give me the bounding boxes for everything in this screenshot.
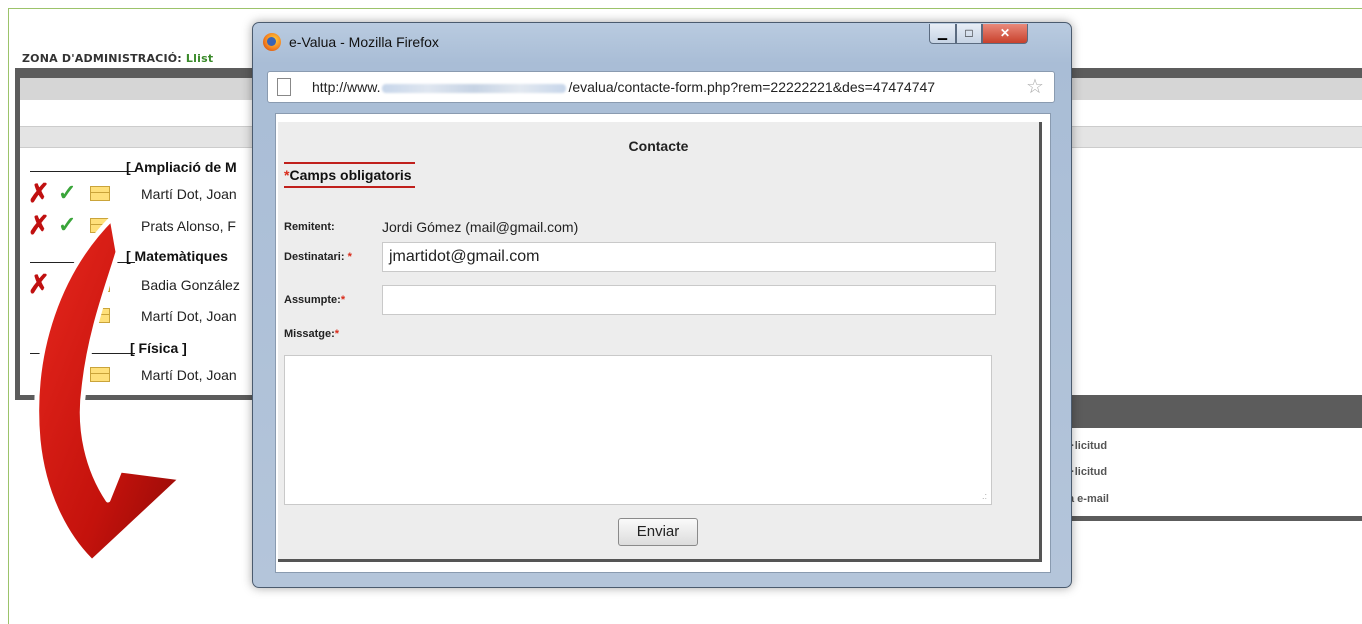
missatge-textarea[interactable]: .: [284, 355, 992, 505]
remitent-value: Jordi Gómez (mail@gmail.com) [382, 219, 579, 235]
assumpte-field[interactable] [382, 285, 996, 315]
missatge-label: Missatge:* [284, 328, 339, 340]
required-fields-label: Camps obligatoris [289, 167, 412, 183]
destinatari-label-text: Destinatari: [284, 251, 345, 263]
options-item[interactable]: a e-mail [1068, 493, 1109, 505]
remitent-label: Remitent: [284, 221, 335, 233]
bookmark-star-icon[interactable]: ☆ [1026, 76, 1044, 98]
contact-form: Contacte *Camps obligatoris Remitent: Jo… [278, 122, 1042, 562]
url-suffix: /evalua/contacte-form.php?rem=22222221&d… [568, 79, 936, 95]
options-item[interactable]: l·licitud [1068, 440, 1107, 452]
url-prefix: http://www. [312, 79, 381, 95]
resize-grip-icon[interactable]: .: [982, 491, 987, 501]
close-icon: ✕ [999, 26, 1011, 40]
page-content: Contacte *Camps obligatoris Remitent: Jo… [275, 113, 1051, 573]
window-title: e-Valua - Mozilla Firefox [289, 34, 439, 50]
missatge-label-text: Missatge: [284, 328, 335, 340]
red-arrow-icon [34, 215, 185, 593]
destinatari-field[interactable]: jmartidot@gmail.com [382, 242, 996, 272]
maximize-icon: □ [965, 26, 973, 40]
maximize-button[interactable]: □ [956, 24, 982, 44]
popup-window: e-Valua - Mozilla Firefox ▁ □ ✕ http://w… [252, 22, 1072, 588]
required-asterisk: * [347, 251, 352, 263]
options-bottom-border [1054, 516, 1362, 521]
assumpte-label-text: Assumpte: [284, 294, 341, 306]
address-bar[interactable]: http://www. /evalua/contacte-form.php?rem… [267, 71, 1055, 103]
destinatari-label: Destinatari: * [284, 251, 352, 263]
page-icon [277, 78, 291, 96]
required-asterisk: * [334, 328, 340, 340]
required-fields-note: *Camps obligatoris [284, 162, 415, 188]
options-item[interactable]: l·licitud [1068, 466, 1107, 478]
send-button[interactable]: Enviar [618, 518, 698, 546]
assumpte-label: Assumpte:* [284, 294, 345, 306]
required-asterisk: * [340, 294, 346, 306]
firefox-icon [263, 33, 281, 51]
url-text: http://www. /evalua/contacte-form.php?rem… [312, 79, 935, 95]
form-title: Contacte [628, 138, 689, 154]
options-header-bar [1054, 400, 1362, 428]
close-button[interactable]: ✕ [982, 24, 1028, 44]
blurred-domain [382, 83, 567, 93]
minimize-button[interactable]: ▁ [929, 24, 956, 44]
minimize-icon: ▁ [937, 26, 948, 40]
